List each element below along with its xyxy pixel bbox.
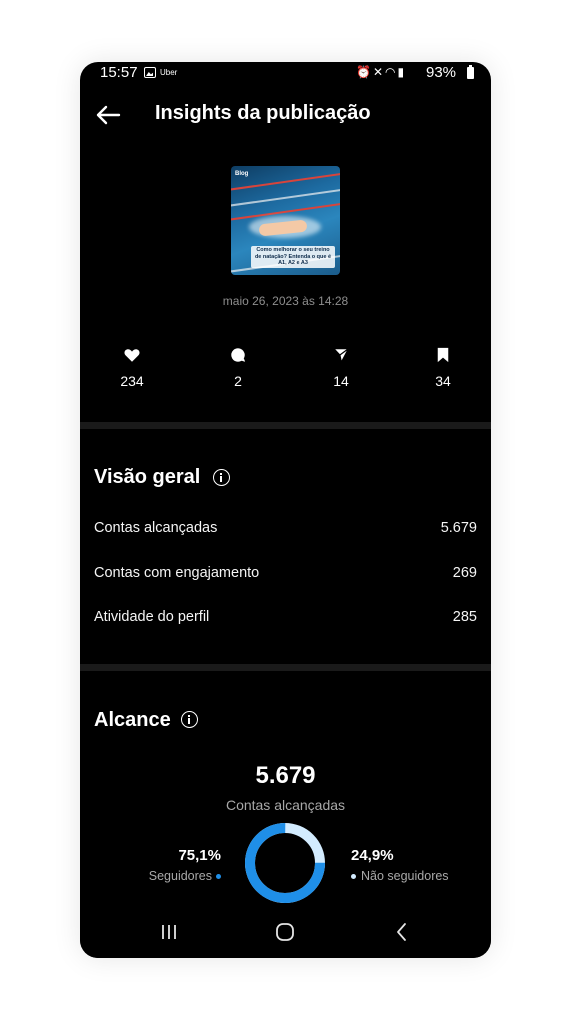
followers-legend: Seguidores [149, 869, 221, 883]
back-arrow-icon[interactable] [94, 102, 122, 128]
phone-screen: 15:57 Uber ⏰✕◠▮ 93% Insights da publicaç… [80, 62, 491, 958]
saves-stat: 34 [413, 346, 473, 389]
status-time: 15:57 [100, 64, 138, 81]
comment-icon [231, 348, 246, 362]
recent-apps-icon[interactable] [157, 922, 181, 942]
gallery-icon [144, 67, 156, 78]
comments-count: 2 [234, 373, 242, 389]
overview-row-value: 285 [452, 609, 477, 625]
reach-donut-chart [245, 823, 325, 903]
followers-percent: 75,1% [178, 847, 221, 864]
nav-back-icon[interactable] [390, 922, 414, 942]
shares-stat: 14 [311, 346, 371, 389]
battery-percent: 93% [426, 64, 457, 81]
post-date: maio 26, 2023 às 14:28 [222, 294, 349, 308]
section-divider [80, 422, 491, 429]
section-divider [80, 664, 491, 671]
comments-stat: 2 [208, 346, 268, 389]
signal-icon: ▮ [397, 65, 407, 79]
status-icons: ⏰✕◠▮ [356, 65, 406, 79]
overview-row-value: 269 [452, 565, 477, 581]
battery-icon [467, 65, 474, 79]
heart-icon [124, 349, 140, 362]
followers-label: Seguidores [148, 869, 212, 883]
thumbnail-tag: Blog [235, 171, 249, 177]
post-thumbnail[interactable]: Blog Como melhorar o seu treino de nataç… [231, 166, 340, 275]
likes-count: 234 [120, 373, 144, 389]
non-followers-legend: Não seguidores [351, 869, 449, 883]
share-icon [333, 348, 350, 363]
shares-count: 14 [333, 373, 349, 389]
non-followers-percent: 24,9% [351, 847, 394, 864]
thumbnail-caption: Como melhorar o seu treino de natação? E… [251, 246, 335, 268]
non-followers-label: Não seguidores [361, 869, 449, 883]
info-icon[interactable] [181, 711, 198, 728]
overview-row-label: Contas com engajamento [94, 565, 260, 581]
non-followers-legend-dot [351, 874, 356, 880]
reach-total: 5.679 [255, 762, 316, 789]
uber-notification-label: Uber [160, 68, 178, 77]
status-bar: 15:57 Uber ⏰✕◠▮ 93% [80, 62, 491, 86]
info-icon[interactable] [213, 469, 230, 486]
overview-row-value: 5.679 [440, 520, 477, 536]
saves-count: 34 [435, 373, 451, 389]
page-title: Insights da publicação [155, 102, 371, 124]
reach-title: Alcance [94, 709, 171, 731]
overview-row-label: Atividade do perfil [94, 609, 210, 625]
wifi-icon: ◠ [385, 65, 398, 79]
home-icon[interactable] [273, 922, 297, 942]
followers-legend-dot [216, 874, 221, 880]
overview-title: Visão geral [94, 466, 201, 488]
alarm-icon: ⏰ [356, 65, 373, 79]
bookmark-icon [437, 347, 449, 363]
system-nav-bar [80, 908, 491, 958]
overview-row-label: Contas alcançadas [94, 520, 218, 536]
mute-icon: ✕ [372, 65, 386, 79]
reach-total-label: Contas alcançadas [225, 797, 346, 813]
likes-stat: 234 [102, 346, 162, 389]
